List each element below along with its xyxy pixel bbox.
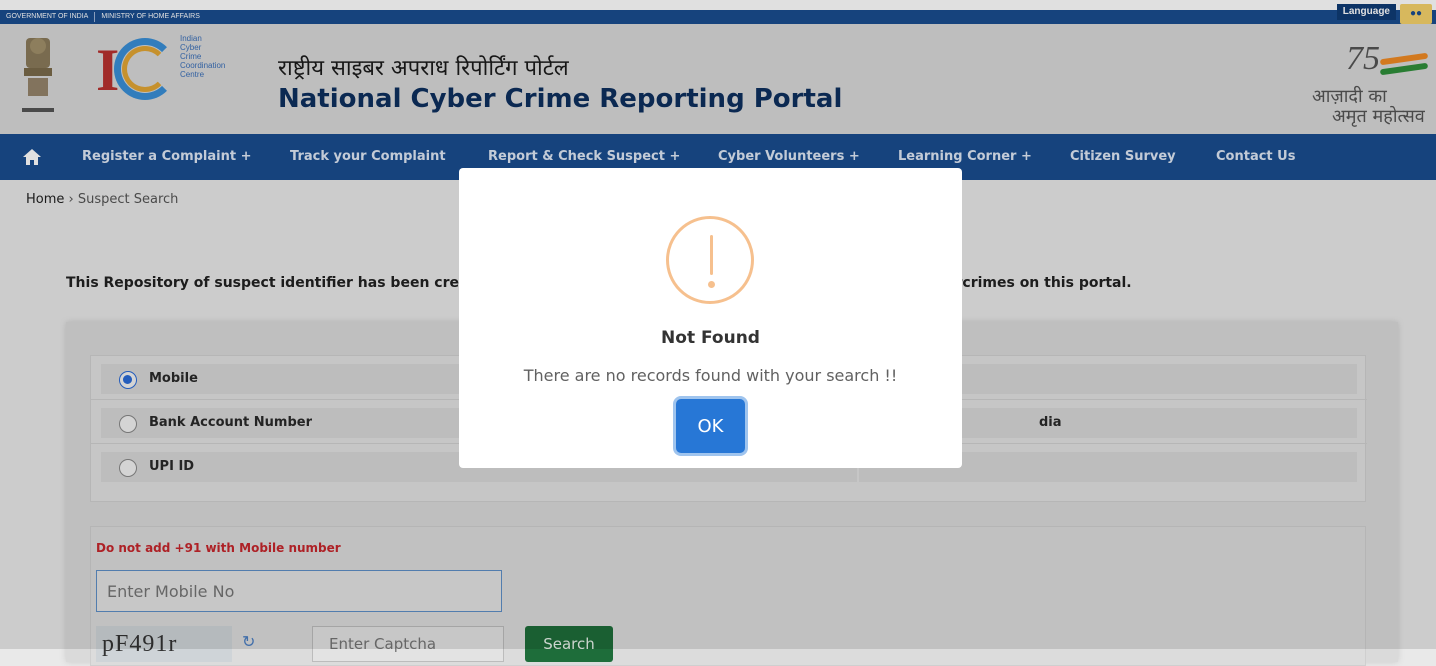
warning-icon [666, 216, 754, 304]
ok-button[interactable]: OK [676, 399, 745, 453]
dialog-title: Not Found [661, 328, 760, 348]
dialog-message: There are no records found with your sea… [523, 366, 898, 385]
not-found-dialog: Not Found There are no records found wit… [459, 168, 962, 468]
